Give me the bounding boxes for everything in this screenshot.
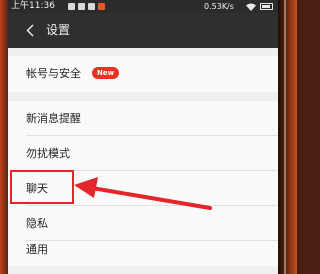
device-frame-left [0,0,8,274]
message-icon [68,3,75,10]
status-bar: 上午11:36 0.53K/s [8,0,278,13]
battery-icon [260,3,273,10]
settings-item-label: 帐号与安全 [26,67,81,80]
wifi-icon [246,3,256,11]
shopping-icon [98,3,105,10]
settings-item-label: 隐私 [26,217,48,230]
settings-item-do-not-disturb[interactable]: 勿扰模式 [8,136,278,171]
settings-item-new-message-alert[interactable]: 新消息提醒 [8,101,278,136]
header-bar: 设置 [8,13,278,48]
status-time: 上午11:36 [11,1,55,11]
new-badge: New [92,67,120,79]
notification-icon [88,3,95,10]
device-frame-right [278,0,297,274]
settings-item-general[interactable]: 通用 [8,241,278,266]
settings-item-label: 勿扰模式 [26,147,70,160]
media-icon [78,3,85,10]
settings-item-label: 新消息提醒 [26,112,81,125]
device-frame-highlight [284,0,286,274]
page-title: 设置 [46,23,71,37]
back-chevron-icon[interactable] [26,24,34,37]
settings-item-label: 通用 [26,243,48,256]
phone-screen: 上午11:36 0.53K/s 设置 帐号与安全 New 新消息提醒 勿扰模式 … [8,0,278,274]
annotation-highlight-box [10,170,74,204]
status-notification-icons [68,3,105,10]
settings-item-account-security[interactable]: 帐号与安全 New [8,56,278,92]
settings-item-privacy[interactable]: 隐私 [8,206,278,241]
network-speed: 0.53K/s [204,2,234,11]
